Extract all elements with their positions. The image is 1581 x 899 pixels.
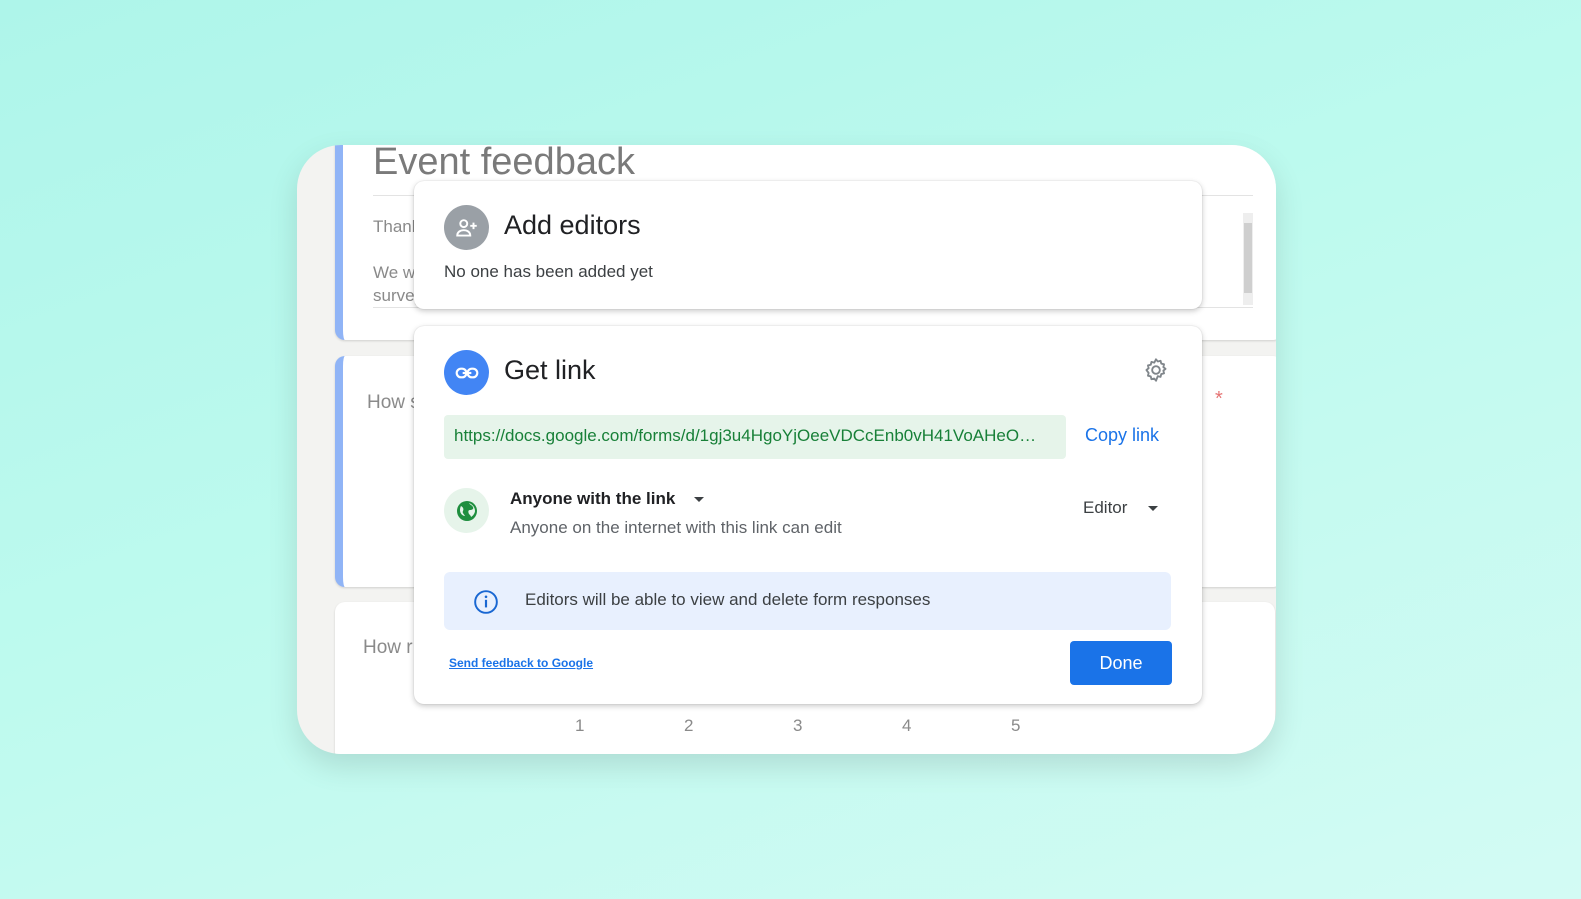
general-access-dropdown[interactable]: Anyone with the link xyxy=(510,489,705,509)
scale-option-2[interactable]: 2 xyxy=(684,716,693,736)
add-editors-dialog: Add editors No one has been added yet xyxy=(414,181,1202,309)
person-add-icon xyxy=(444,205,489,250)
info-text: Editors will be able to view and delete … xyxy=(525,590,931,609)
role-dropdown[interactable]: Editor xyxy=(1083,498,1159,518)
scale-option-4[interactable]: 4 xyxy=(902,716,911,736)
editors-info-banner: Editors will be able to view and delete … xyxy=(444,572,1171,630)
question-1-title: How s xyxy=(367,392,420,413)
add-editors-title: Add editors xyxy=(504,210,641,240)
description-scrollbar[interactable] xyxy=(1243,213,1253,305)
chevron-down-icon xyxy=(1148,506,1159,512)
get-link-dialog: Get link https://docs.google.com/forms/d… xyxy=(414,326,1202,704)
info-icon xyxy=(473,589,499,620)
share-link-url[interactable]: https://docs.google.com/forms/d/1gj3u4Hg… xyxy=(454,426,1062,446)
general-access-label: Anyone with the link xyxy=(510,489,676,508)
general-access-description: Anyone on the internet with this link ca… xyxy=(510,518,842,537)
form-title[interactable]: Event feedback xyxy=(373,145,635,184)
gear-icon[interactable] xyxy=(1142,356,1170,384)
scrollbar-thumb[interactable] xyxy=(1244,223,1252,293)
add-editors-empty-message: No one has been added yet xyxy=(444,262,653,281)
question-2-title: How r xyxy=(363,637,413,658)
scale-option-1[interactable]: 1 xyxy=(575,716,584,736)
share-link-field[interactable]: https://docs.google.com/forms/d/1gj3u4Hg… xyxy=(444,415,1066,459)
scale-option-3[interactable]: 3 xyxy=(793,716,802,736)
chevron-down-icon xyxy=(694,497,705,503)
scale-option-5[interactable]: 5 xyxy=(1011,716,1020,736)
done-button[interactable]: Done xyxy=(1070,641,1172,685)
link-icon xyxy=(444,350,489,395)
copy-link-button[interactable]: Copy link xyxy=(1085,425,1159,446)
get-link-title: Get link xyxy=(504,355,596,385)
required-asterisk: * xyxy=(1215,388,1223,410)
send-feedback-link[interactable]: Send feedback to Google xyxy=(449,656,593,670)
role-label: Editor xyxy=(1083,498,1128,517)
globe-icon xyxy=(444,488,489,533)
